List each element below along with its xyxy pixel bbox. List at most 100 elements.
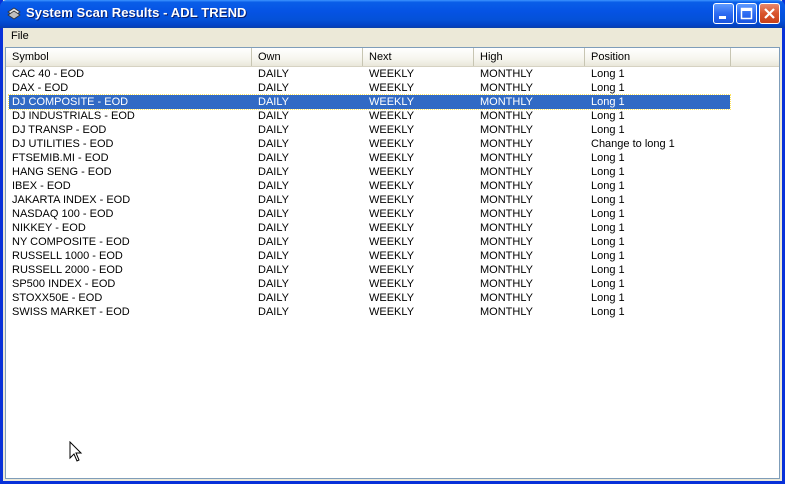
table-row[interactable]: DJ INDUSTRIALS - EOD DAILY WEEKLY MONTHLY Lo… bbox=[9, 109, 730, 123]
table-row[interactable]: DJ UTILITIES - EOD DAILY WEEKLY MONTHLY Chan… bbox=[9, 137, 730, 151]
column-header-symbol[interactable]: Symbol bbox=[6, 48, 252, 66]
results-list[interactable]: Symbol Own Next High Position CAC 40 - E… bbox=[5, 47, 780, 479]
cell-own: DAILY bbox=[258, 166, 289, 178]
table-row[interactable]: SWISS MARKET - EOD DAILY WEEKLY MONTHLY Long… bbox=[9, 305, 730, 319]
cell-position: Change to long 1 bbox=[591, 138, 675, 150]
cell-next: WEEKLY bbox=[369, 110, 415, 122]
cell-own: DAILY bbox=[258, 236, 289, 248]
cell-symbol: RUSSELL 1000 - EOD bbox=[12, 250, 123, 262]
table-row[interactable]: CAC 40 - EOD DAILY WEEKLY MONTHLY Long 1 bbox=[9, 67, 730, 81]
minimize-icon bbox=[719, 16, 726, 19]
close-icon bbox=[764, 8, 775, 19]
cell-own: DAILY bbox=[258, 264, 289, 276]
cell-position: Long 1 bbox=[591, 194, 625, 206]
table-row[interactable]: NY COMPOSITE - EOD DAILY WEEKLY MONTHLY Long… bbox=[9, 235, 730, 249]
column-header-own[interactable]: Own bbox=[252, 48, 363, 66]
table-row[interactable]: DJ COMPOSITE - EOD DAILY WEEKLY MONTHLY Long… bbox=[8, 94, 731, 110]
column-header-position[interactable]: Position bbox=[585, 48, 731, 66]
cell-position: Long 1 bbox=[591, 250, 625, 262]
cell-position: Long 1 bbox=[591, 82, 625, 94]
list-header: Symbol Own Next High Position bbox=[6, 48, 779, 67]
cell-position: Long 1 bbox=[591, 292, 625, 304]
cell-position: Long 1 bbox=[591, 96, 625, 108]
table-row[interactable]: FTSEMIB.MI - EOD DAILY WEEKLY MONTHLY Long 1 bbox=[9, 151, 730, 165]
minimize-button[interactable] bbox=[713, 3, 734, 24]
cell-next: WEEKLY bbox=[369, 180, 415, 192]
column-header-next[interactable]: Next bbox=[363, 48, 474, 66]
table-row[interactable]: NIKKEY - EOD DAILY WEEKLY MONTHLY Long 1 bbox=[9, 221, 730, 235]
cell-own: DAILY bbox=[258, 194, 289, 206]
cell-next: WEEKLY bbox=[369, 208, 415, 220]
cell-symbol: JAKARTA INDEX - EOD bbox=[12, 194, 131, 206]
cell-next: WEEKLY bbox=[369, 138, 415, 150]
cell-next: WEEKLY bbox=[369, 152, 415, 164]
cell-own: DAILY bbox=[258, 208, 289, 220]
cell-position: Long 1 bbox=[591, 180, 625, 192]
cell-high: MONTHLY bbox=[480, 264, 533, 276]
cell-next: WEEKLY bbox=[369, 82, 415, 94]
cell-position: Long 1 bbox=[591, 264, 625, 276]
cell-high: MONTHLY bbox=[480, 250, 533, 262]
cell-symbol: SP500 INDEX - EOD bbox=[12, 278, 116, 290]
table-row[interactable]: STOXX50E - EOD DAILY WEEKLY MONTHLY Long 1 bbox=[9, 291, 730, 305]
table-row[interactable]: RUSSELL 2000 - EOD DAILY WEEKLY MONTHLY Long… bbox=[9, 263, 730, 277]
cell-symbol: DJ INDUSTRIALS - EOD bbox=[12, 110, 135, 122]
title-bar[interactable]: System Scan Results - ADL TREND bbox=[0, 0, 785, 28]
cell-own: DAILY bbox=[258, 96, 289, 108]
cell-high: MONTHLY bbox=[480, 292, 533, 304]
cell-next: WEEKLY bbox=[369, 194, 415, 206]
maximize-button[interactable] bbox=[736, 3, 757, 24]
cell-high: MONTHLY bbox=[480, 306, 533, 318]
cell-position: Long 1 bbox=[591, 152, 625, 164]
table-row[interactable]: SP500 INDEX - EOD DAILY WEEKLY MONTHLY Long … bbox=[9, 277, 730, 291]
cell-next: WEEKLY bbox=[369, 166, 415, 178]
cell-next: WEEKLY bbox=[369, 278, 415, 290]
cell-position: Long 1 bbox=[591, 110, 625, 122]
cell-high: MONTHLY bbox=[480, 208, 533, 220]
cell-own: DAILY bbox=[258, 250, 289, 262]
cell-own: DAILY bbox=[258, 124, 289, 136]
cell-symbol: DJ TRANSP - EOD bbox=[12, 124, 107, 136]
cell-symbol: DAX - EOD bbox=[12, 82, 69, 94]
cell-symbol: FTSEMIB.MI - EOD bbox=[12, 152, 109, 164]
table-row[interactable]: DAX - EOD DAILY WEEKLY MONTHLY Long 1 bbox=[9, 81, 730, 95]
cell-own: DAILY bbox=[258, 306, 289, 318]
cell-high: MONTHLY bbox=[480, 68, 533, 80]
mouse-pointer-icon bbox=[69, 440, 83, 468]
cell-own: DAILY bbox=[258, 110, 289, 122]
cell-symbol: SWISS MARKET - EOD bbox=[12, 306, 130, 318]
cell-own: DAILY bbox=[258, 138, 289, 150]
cell-high: MONTHLY bbox=[480, 82, 533, 94]
menu-file[interactable]: File bbox=[8, 30, 32, 42]
column-header-high[interactable]: High bbox=[474, 48, 585, 66]
cell-symbol: STOXX50E - EOD bbox=[12, 292, 103, 304]
window-title: System Scan Results - ADL TREND bbox=[26, 5, 247, 20]
cell-next: WEEKLY bbox=[369, 96, 415, 108]
cell-own: DAILY bbox=[258, 82, 289, 94]
scan-results-window: System Scan Results - ADL TREND File Sym… bbox=[0, 0, 785, 484]
cell-position: Long 1 bbox=[591, 166, 625, 178]
cell-high: MONTHLY bbox=[480, 138, 533, 150]
table-row[interactable]: JAKARTA INDEX - EOD DAILY WEEKLY MONTHLY Lon… bbox=[9, 193, 730, 207]
cell-high: MONTHLY bbox=[480, 152, 533, 164]
cell-high: MONTHLY bbox=[480, 166, 533, 178]
cell-next: WEEKLY bbox=[369, 236, 415, 248]
table-row[interactable]: RUSSELL 1000 - EOD DAILY WEEKLY MONTHLY Long… bbox=[9, 249, 730, 263]
cell-high: MONTHLY bbox=[480, 222, 533, 234]
cell-next: WEEKLY bbox=[369, 250, 415, 262]
cell-next: WEEKLY bbox=[369, 292, 415, 304]
table-row[interactable]: HANG SENG - EOD DAILY WEEKLY MONTHLY Long 1 bbox=[9, 165, 730, 179]
cell-symbol: HANG SENG - EOD bbox=[12, 166, 112, 178]
table-row[interactable]: IBEX - EOD DAILY WEEKLY MONTHLY Long 1 bbox=[9, 179, 730, 193]
close-button[interactable] bbox=[759, 3, 780, 24]
cell-own: DAILY bbox=[258, 180, 289, 192]
table-row[interactable]: NASDAQ 100 - EOD DAILY WEEKLY MONTHLY Long 1 bbox=[9, 207, 730, 221]
cell-symbol: DJ UTILITIES - EOD bbox=[12, 138, 114, 150]
cell-high: MONTHLY bbox=[480, 96, 533, 108]
cell-position: Long 1 bbox=[591, 236, 625, 248]
cell-own: DAILY bbox=[258, 292, 289, 304]
table-row[interactable]: DJ TRANSP - EOD DAILY WEEKLY MONTHLY Long 1 bbox=[9, 123, 730, 137]
cell-position: Long 1 bbox=[591, 68, 625, 80]
cell-symbol: IBEX - EOD bbox=[12, 180, 71, 192]
cell-high: MONTHLY bbox=[480, 110, 533, 122]
